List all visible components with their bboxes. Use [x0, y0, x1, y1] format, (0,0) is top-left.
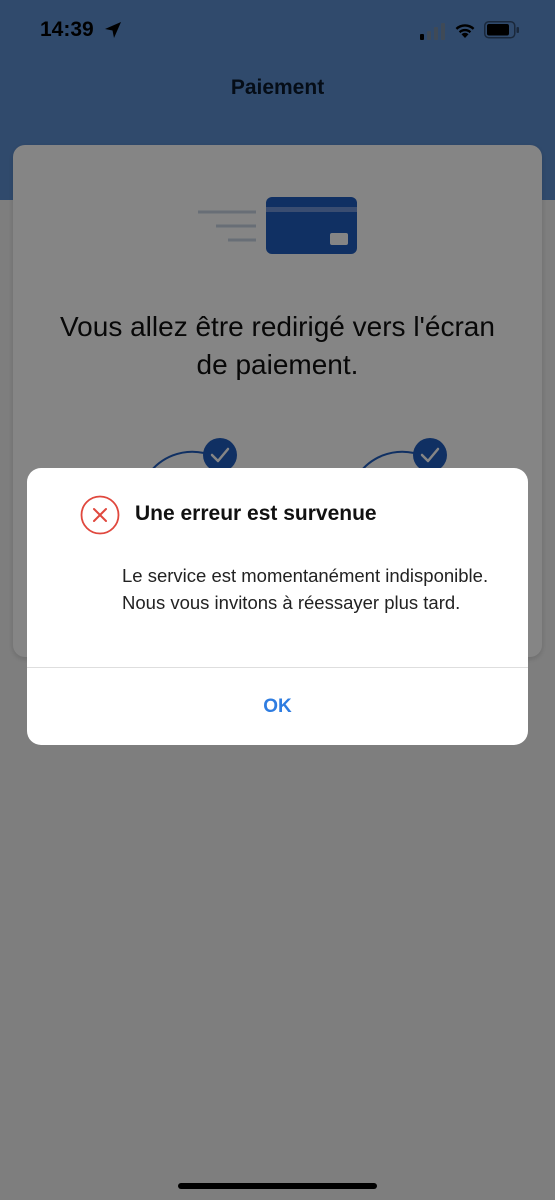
home-indicator[interactable] [178, 1183, 377, 1189]
dialog-title: Une erreur est survenue [135, 502, 377, 525]
ok-button[interactable]: OK [27, 668, 528, 745]
error-x-icon [80, 495, 120, 535]
error-alert-dialog: Une erreur est survenue Le service est m… [27, 468, 528, 745]
dialog-message: Le service est momentanément indisponibl… [122, 565, 489, 613]
